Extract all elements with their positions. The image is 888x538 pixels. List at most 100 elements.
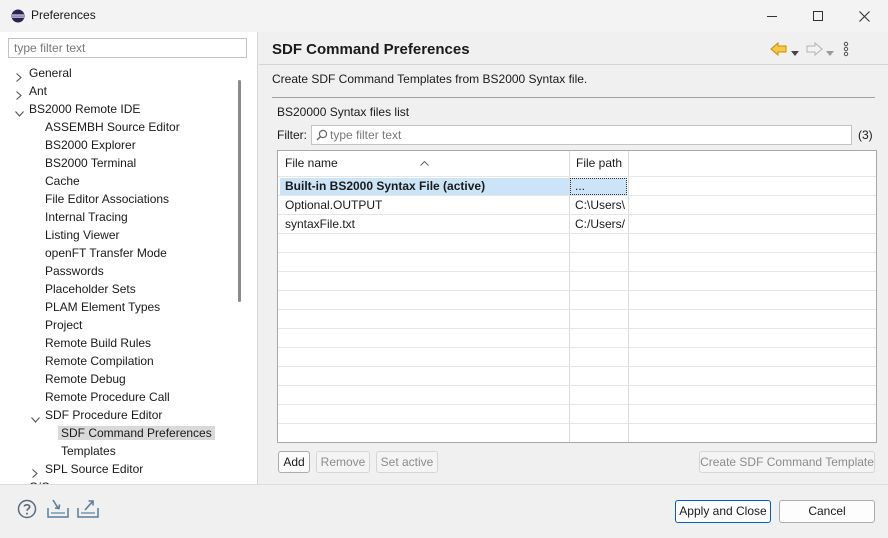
chevron-down-icon[interactable] (31, 411, 40, 423)
column-header-file-name[interactable]: File name (278, 151, 569, 176)
export-icon[interactable] (77, 499, 99, 522)
row-gridline (278, 385, 876, 386)
sidebar-item[interactable]: File Editor Associations (45, 190, 169, 208)
sidebar-item[interactable]: BS2000 Terminal (45, 154, 136, 172)
files-filter-input[interactable]: type filter text (311, 125, 852, 145)
sidebar-item-label: SPL Source Editor (45, 462, 144, 476)
column-header-file-path[interactable]: File path (569, 151, 629, 176)
sidebar-item[interactable]: Passwords (45, 262, 104, 280)
sidebar-item-label: SDF Procedure Editor (45, 408, 163, 422)
sidebar-item-label: Remote Build Rules (45, 336, 152, 350)
chevron-right-icon[interactable] (15, 87, 23, 100)
row-gridline (278, 252, 876, 253)
sidebar-item[interactable]: ASSEMBH Source Editor (45, 118, 180, 136)
sidebar-item-label: Remote Compilation (45, 354, 154, 368)
sidebar-filter-placeholder: type filter text (14, 41, 86, 55)
page-description: Create SDF Command Templates from BS2000… (272, 72, 588, 86)
sidebar-item[interactable]: General (16, 64, 72, 82)
sidebar-item-label: File Editor Associations (45, 192, 170, 206)
page-title: SDF Command Preferences (272, 41, 470, 58)
row-gridline (278, 404, 876, 405)
sidebar-item-label: Remote Debug (45, 372, 126, 386)
sidebar-item[interactable]: BS2000 Explorer (45, 136, 136, 154)
import-icon[interactable] (47, 499, 69, 522)
sidebar-item[interactable]: SDF Command Preferences (58, 424, 215, 442)
create-sdf-command-template-button[interactable]: Create SDF Command Template (699, 451, 875, 473)
header-divider (259, 64, 888, 65)
sidebar-item[interactable]: Templates (61, 442, 116, 460)
sidebar-item[interactable]: BS2000 Remote IDE (15, 100, 141, 118)
sidebar-item-label: ASSEMBH Source Editor (45, 120, 180, 134)
remove-button[interactable]: Remove (316, 451, 370, 473)
preferences-sidebar: type filter text General Ant BS2000 Remote… (0, 32, 258, 484)
search-icon (316, 129, 328, 144)
forward-menu-chevron-icon[interactable] (826, 46, 834, 60)
chevron-right-icon[interactable] (31, 465, 39, 478)
sidebar-filter-input[interactable]: type filter text (8, 38, 247, 58)
sidebar-item[interactable]: PLAM Element Types (45, 298, 160, 316)
sidebar-item-label: General (29, 66, 72, 80)
sidebar-item-label: Templates (61, 444, 116, 458)
sidebar-item[interactable]: Listing Viewer (45, 226, 119, 244)
back-menu-chevron-icon[interactable] (791, 46, 799, 60)
table-cell-file-name[interactable]: syntaxFile.txt (285, 215, 567, 234)
sidebar-item[interactable]: Cache (45, 172, 80, 190)
row-gridline (278, 366, 876, 367)
syntax-files-label: BS20000 Syntax files list (277, 105, 410, 119)
row-gridline (278, 347, 876, 348)
sidebar-item-label: BS2000 Explorer (45, 138, 136, 152)
sidebar-item[interactable]: Remote Debug (45, 370, 126, 388)
sidebar-item[interactable]: openFT Transfer Mode (45, 244, 167, 262)
sidebar-item[interactable]: Remote Procedure Call (45, 388, 170, 406)
table-cell-file-path[interactable]: ... (575, 177, 626, 196)
table-cell-file-name[interactable]: Built-in BS2000 Syntax File (active) (285, 177, 567, 196)
sidebar-item-label: PLAM Element Types (45, 300, 161, 314)
chevron-right-icon[interactable] (15, 69, 23, 82)
apply-and-close-button[interactable]: Apply and Close (675, 500, 771, 523)
sidebar-item[interactable]: SPL Source Editor (32, 460, 144, 478)
close-button[interactable] (841, 0, 887, 32)
sort-ascending-icon (420, 151, 429, 175)
sidebar-item[interactable]: Remote Compilation (45, 352, 154, 370)
sidebar-item-label: BS2000 Remote IDE (29, 102, 141, 116)
sidebar-item-label: Cache (45, 174, 80, 188)
column-header-file-path-label: File path (576, 156, 623, 170)
table-cell-file-path[interactable]: C:\Users\ (575, 196, 626, 215)
sidebar-item-label: Passwords (45, 264, 104, 278)
sidebar-item-label: openFT Transfer Mode (45, 246, 167, 260)
cancel-button[interactable]: Cancel (779, 500, 875, 523)
sidebar-item[interactable]: Remote Build Rules (45, 334, 151, 352)
chevron-down-icon[interactable] (15, 105, 24, 117)
sidebar-item-label: Placeholder Sets (45, 282, 136, 296)
row-gridline (278, 271, 876, 272)
maximize-button[interactable] (795, 0, 841, 32)
minimize-icon (767, 16, 777, 17)
eclipse-app-icon (11, 9, 25, 23)
set-active-button[interactable]: Set active (376, 451, 438, 473)
window-title: Preferences (31, 8, 96, 22)
minimize-button[interactable] (749, 0, 795, 32)
view-menu-icon[interactable] (843, 41, 849, 60)
forward-icon[interactable] (805, 41, 823, 60)
sidebar-item[interactable]: Internal Tracing (45, 208, 128, 226)
add-button[interactable]: Add (278, 451, 310, 473)
sidebar-item[interactable]: SDF Procedure Editor (31, 406, 163, 424)
filter-label: Filter: (277, 128, 307, 142)
sidebar-item-label: Ant (29, 84, 48, 98)
footer-divider (0, 484, 888, 485)
sidebar-item-label: Listing Viewer (45, 228, 120, 242)
table-cell-file-path[interactable]: C:/Users/ (575, 215, 626, 234)
back-icon[interactable] (770, 41, 788, 60)
sidebar-item[interactable]: Placeholder Sets (45, 280, 136, 298)
close-icon (858, 10, 870, 22)
help-icon[interactable] (17, 499, 37, 522)
sidebar-scrollbar[interactable] (238, 80, 241, 302)
table-cell-file-name[interactable]: Optional.OUTPUT (285, 196, 567, 215)
row-gridline (278, 423, 876, 424)
sidebar-item-label: Project (45, 318, 83, 332)
sidebar-item-label: Remote Procedure Call (45, 390, 170, 404)
files-filter-placeholder: type filter text (330, 128, 402, 142)
sidebar-item[interactable]: Ant (16, 82, 48, 100)
sidebar-item[interactable]: Project (45, 316, 82, 334)
column-header-file-name-label: File name (285, 156, 338, 170)
